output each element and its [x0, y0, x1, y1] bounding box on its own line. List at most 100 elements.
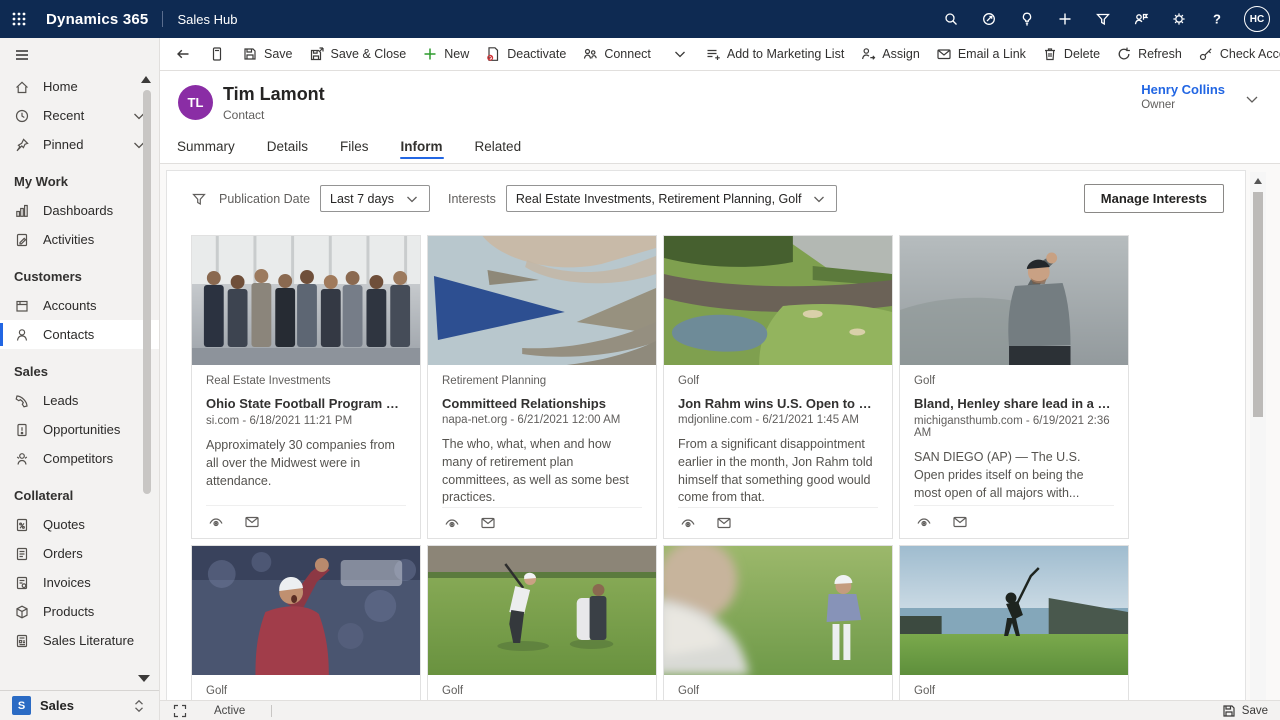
quick-create-plus-icon[interactable] — [1046, 0, 1084, 38]
news-thumbnail-logo — [428, 236, 656, 365]
tab-files[interactable]: Files — [339, 133, 370, 163]
app-switcher-icon[interactable] — [131, 698, 147, 714]
save-and-close-button[interactable]: Save & Close — [301, 38, 415, 71]
sidebar-item-quotes[interactable]: Quotes — [0, 510, 159, 539]
news-card[interactable]: Golf — [427, 545, 657, 700]
site-map-sidebar: Home Recent Pinned My Work Dashboards Ac… — [0, 38, 160, 720]
sidebar-item-sales-literature[interactable]: Sales Literature — [0, 626, 159, 655]
scrollbar-thumb[interactable] — [1253, 192, 1263, 417]
content-scrollbar[interactable] — [1250, 172, 1266, 700]
record-avatar: TL — [178, 85, 213, 120]
app-title[interactable]: Dynamics 365 — [46, 11, 148, 28]
tab-summary[interactable]: Summary — [176, 133, 236, 163]
lightbulb-icon[interactable] — [1008, 0, 1046, 38]
header-expand-chevron-icon[interactable] — [1244, 91, 1260, 107]
news-card[interactable]: Golf — [663, 545, 893, 700]
sidebar-item-leads[interactable]: Leads — [0, 386, 159, 415]
app-area-name[interactable]: Sales Hub — [177, 12, 237, 27]
save-icon — [1221, 703, 1237, 719]
email-article-icon[interactable] — [952, 514, 968, 530]
help-icon[interactable]: ? — [1198, 0, 1236, 38]
form-selector-button[interactable] — [200, 38, 234, 71]
publication-date-label: Publication Date — [219, 192, 310, 206]
contacts-icon — [14, 327, 30, 343]
new-button[interactable]: New — [414, 38, 477, 71]
manage-interests-button[interactable]: Manage Interests — [1084, 184, 1224, 213]
popout-icon[interactable] — [172, 703, 188, 719]
news-card[interactable]: Golf Jon Rahm wins U.S. Open to claim fi… — [663, 235, 893, 539]
card-title[interactable]: Ohio State Football Program Hosts Job ..… — [206, 396, 406, 411]
account-avatar[interactable]: HC — [1244, 6, 1270, 32]
connect-button[interactable]: Connect — [574, 38, 659, 71]
sidebar-item-orders[interactable]: Orders — [0, 539, 159, 568]
status-save-button[interactable]: Save — [1221, 703, 1268, 719]
publication-date-select[interactable]: Last 7 days — [320, 185, 430, 212]
card-title[interactable]: Committeed Relationships — [442, 396, 642, 410]
deactivate-icon — [485, 46, 501, 62]
check-access-button[interactable]: Check Access — [1190, 38, 1280, 71]
card-description: SAN DIEGO (AP) — The U.S. Open prides it… — [914, 449, 1114, 502]
interests-select[interactable]: Real Estate Investments, Retirement Plan… — [506, 185, 838, 212]
news-card[interactable]: Golf — [899, 545, 1129, 700]
sidebar-item-activities[interactable]: Activities — [0, 225, 159, 254]
sidebar-item-label: Dashboards — [43, 203, 113, 218]
sidebar-item-accounts[interactable]: Accounts — [0, 291, 159, 320]
add-to-marketing-list-button[interactable]: Add to Marketing List — [697, 38, 852, 71]
sidebar-scrollbar[interactable] — [143, 90, 151, 494]
mark-as-seen-eye-icon[interactable] — [444, 515, 460, 531]
back-button[interactable] — [166, 38, 200, 71]
card-title[interactable]: Jon Rahm wins U.S. Open to claim first .… — [678, 396, 878, 410]
card-title[interactable]: Bland, Henley share lead in a US Open ..… — [914, 396, 1114, 411]
deactivate-button[interactable]: Deactivate — [477, 38, 574, 71]
email-article-icon[interactable] — [480, 515, 496, 531]
settings-gear-icon[interactable] — [1160, 0, 1198, 38]
tab-related[interactable]: Related — [474, 133, 523, 163]
status-divider — [271, 705, 272, 717]
sidebar-group-customers: Customers — [0, 254, 159, 291]
sidebar-item-pinned[interactable]: Pinned — [0, 130, 159, 159]
topbar-divider — [162, 11, 163, 27]
connect-dropdown-button[interactable] — [663, 38, 697, 71]
sidebar-scroll-down-icon[interactable] — [138, 675, 150, 682]
sidebar-item-home[interactable]: Home — [0, 72, 159, 101]
delete-button[interactable]: Delete — [1034, 38, 1108, 71]
news-card[interactable]: Retirement Planning Committeed Relations… — [427, 235, 657, 539]
tab-inform[interactable]: Inform — [400, 133, 444, 163]
scrollbar-up-icon[interactable] — [1254, 178, 1262, 184]
news-card[interactable]: Golf — [191, 545, 421, 700]
mark-as-seen-eye-icon[interactable] — [208, 514, 224, 530]
owner-link[interactable]: Henry Collins — [1141, 82, 1225, 97]
save-button[interactable]: Save — [234, 38, 301, 71]
email-a-link-button[interactable]: Email a Link — [928, 38, 1034, 71]
refresh-button[interactable]: Refresh — [1108, 38, 1190, 71]
card-source: napa-net.org - 6/21/2021 12:00 AM — [442, 414, 642, 426]
assign-button[interactable]: Assign — [852, 38, 928, 71]
guidance-compass-icon[interactable] — [970, 0, 1008, 38]
sidebar-item-opportunities[interactable]: Opportunities — [0, 415, 159, 444]
sidebar-item-recent[interactable]: Recent — [0, 101, 159, 130]
record-header: TL Tim Lamont Contact Henry Collins Owne… — [160, 71, 1280, 164]
sidebar-item-invoices[interactable]: Invoices — [0, 568, 159, 597]
collapse-sitemap-icon[interactable] — [0, 38, 40, 72]
sidebar-group-sales: Sales — [0, 349, 159, 386]
record-tabs: Summary Details Files Inform Related — [176, 133, 522, 163]
sidebar-item-competitors[interactable]: Competitors — [0, 444, 159, 473]
home-icon — [14, 79, 30, 95]
feedback-icon[interactable] — [1122, 0, 1160, 38]
tab-details[interactable]: Details — [266, 133, 309, 163]
news-card[interactable]: Real Estate Investments Ohio State Footb… — [191, 235, 421, 539]
sidebar-item-contacts[interactable]: Contacts — [0, 320, 159, 349]
app-launcher-waffle-icon[interactable] — [0, 0, 38, 38]
email-article-icon[interactable] — [716, 515, 732, 531]
mark-as-seen-eye-icon[interactable] — [680, 515, 696, 531]
news-card[interactable]: Golf Bland, Henley share lead in a US Op… — [899, 235, 1129, 539]
sidebar-item-dashboards[interactable]: Dashboards — [0, 196, 159, 225]
email-article-icon[interactable] — [244, 514, 260, 530]
search-icon[interactable] — [932, 0, 970, 38]
sidebar-item-products[interactable]: Products — [0, 597, 159, 626]
sidebar-item-label: Competitors — [43, 451, 113, 466]
filter-icon[interactable] — [1084, 0, 1122, 38]
mark-as-seen-eye-icon[interactable] — [916, 514, 932, 530]
sidebar-scroll-up-icon[interactable] — [141, 76, 151, 83]
sidebar-group-my-work: My Work — [0, 159, 159, 196]
